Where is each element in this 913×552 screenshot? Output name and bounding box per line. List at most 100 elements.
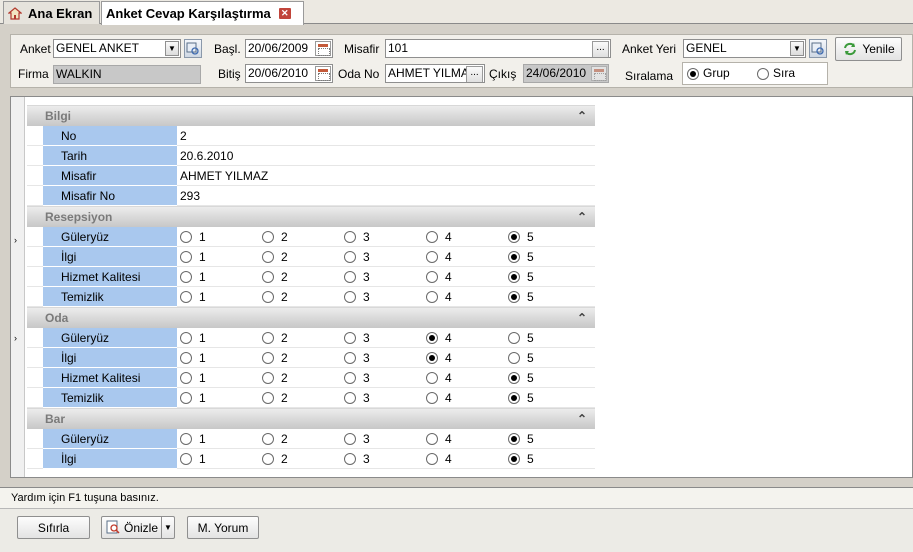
rating-radio[interactable] bbox=[344, 453, 356, 465]
rating-radio[interactable] bbox=[508, 392, 520, 404]
rating-radio[interactable] bbox=[508, 352, 520, 364]
rating-option[interactable]: 2 bbox=[262, 368, 288, 388]
rating-radio[interactable] bbox=[344, 433, 356, 445]
rating-option[interactable]: 4 bbox=[426, 348, 452, 368]
rating-option[interactable]: 5 bbox=[508, 227, 534, 247]
collapse-icon[interactable]: ⌃ bbox=[577, 409, 587, 429]
tab-anket-cevap[interactable]: Anket Cevap Karşılaştırma ✕ bbox=[101, 1, 304, 25]
rating-radio[interactable] bbox=[344, 392, 356, 404]
calendar-icon[interactable] bbox=[315, 41, 331, 56]
rating-option[interactable]: 2 bbox=[262, 429, 288, 449]
rating-radio[interactable] bbox=[426, 352, 438, 364]
rating-option[interactable]: 4 bbox=[426, 227, 452, 247]
rating-radio[interactable] bbox=[180, 372, 192, 384]
rating-option[interactable]: 3 bbox=[344, 388, 370, 408]
rating-option[interactable]: 1 bbox=[180, 267, 206, 287]
calendar-icon[interactable] bbox=[315, 66, 331, 81]
rating-option[interactable]: 1 bbox=[180, 388, 206, 408]
rating-option[interactable]: 4 bbox=[426, 429, 452, 449]
rating-option[interactable]: 3 bbox=[344, 368, 370, 388]
chevron-down-icon[interactable]: ▼ bbox=[161, 517, 174, 538]
rating-radio[interactable] bbox=[180, 251, 192, 263]
rating-option[interactable]: 5 bbox=[508, 388, 534, 408]
rating-radio[interactable] bbox=[426, 453, 438, 465]
rating-option[interactable]: 1 bbox=[180, 247, 206, 267]
anket-lookup-button[interactable] bbox=[184, 39, 202, 58]
rating-option[interactable]: 4 bbox=[426, 388, 452, 408]
rating-option[interactable]: 1 bbox=[180, 449, 206, 469]
tab-ana-ekran[interactable]: Ana Ekran bbox=[3, 1, 100, 24]
rating-radio[interactable] bbox=[344, 372, 356, 384]
sira-radio[interactable] bbox=[757, 68, 769, 80]
anket-select[interactable]: GENEL ANKET ▼ bbox=[53, 39, 181, 58]
rating-radio[interactable] bbox=[344, 332, 356, 344]
rating-option[interactable]: 2 bbox=[262, 348, 288, 368]
rating-radio[interactable] bbox=[508, 433, 520, 445]
rating-option[interactable]: 5 bbox=[508, 247, 534, 267]
rating-option[interactable]: 2 bbox=[262, 287, 288, 307]
rating-radio[interactable] bbox=[426, 251, 438, 263]
rating-option[interactable]: 4 bbox=[426, 328, 452, 348]
rating-option[interactable]: 5 bbox=[508, 287, 534, 307]
chevron-right-icon[interactable]: › bbox=[14, 333, 17, 343]
rating-radio[interactable] bbox=[180, 392, 192, 404]
collapse-icon[interactable]: ⌃ bbox=[577, 106, 587, 126]
section-header[interactable]: Bar ⌃ bbox=[27, 408, 595, 429]
rating-option[interactable]: 2 bbox=[262, 328, 288, 348]
rating-option[interactable]: 4 bbox=[426, 267, 452, 287]
close-icon[interactable]: ✕ bbox=[278, 8, 291, 19]
rating-radio[interactable] bbox=[426, 231, 438, 243]
rating-option[interactable]: 1 bbox=[180, 227, 206, 247]
section-header[interactable]: Resepsiyon ⌃ bbox=[27, 206, 595, 227]
rating-radio[interactable] bbox=[426, 271, 438, 283]
basl-date-field[interactable]: 20/06/2009 bbox=[245, 39, 333, 58]
rating-radio[interactable] bbox=[180, 231, 192, 243]
rating-radio[interactable] bbox=[344, 352, 356, 364]
rating-option[interactable]: 1 bbox=[180, 328, 206, 348]
rating-radio[interactable] bbox=[508, 251, 520, 263]
rating-radio[interactable] bbox=[262, 372, 274, 384]
rating-radio[interactable] bbox=[508, 332, 520, 344]
rating-radio[interactable] bbox=[262, 231, 274, 243]
sifirla-button[interactable]: Sıfırla bbox=[17, 516, 90, 539]
rating-radio[interactable] bbox=[344, 231, 356, 243]
rating-option[interactable]: 1 bbox=[180, 348, 206, 368]
rating-option[interactable]: 2 bbox=[262, 267, 288, 287]
grup-radio[interactable] bbox=[687, 68, 699, 80]
yenile-button[interactable]: Yenile bbox=[835, 37, 902, 61]
rating-option[interactable]: 5 bbox=[508, 348, 534, 368]
odano-field[interactable]: AHMET YILMAZ ... bbox=[385, 64, 485, 83]
section-header[interactable]: Oda ⌃ bbox=[27, 307, 595, 328]
rating-option[interactable]: 5 bbox=[508, 449, 534, 469]
rating-radio[interactable] bbox=[180, 453, 192, 465]
rating-radio[interactable] bbox=[344, 251, 356, 263]
onizle-button[interactable]: Önizle ▼ bbox=[101, 516, 175, 539]
rating-option[interactable]: 3 bbox=[344, 247, 370, 267]
rating-radio[interactable] bbox=[426, 433, 438, 445]
ellipsis-button[interactable]: ... bbox=[466, 66, 483, 82]
collapse-icon[interactable]: ⌃ bbox=[577, 207, 587, 227]
chevron-right-icon[interactable]: › bbox=[14, 235, 17, 245]
rating-option[interactable]: 1 bbox=[180, 429, 206, 449]
rating-radio[interactable] bbox=[262, 453, 274, 465]
rating-option[interactable]: 2 bbox=[262, 449, 288, 469]
rating-radio[interactable] bbox=[508, 271, 520, 283]
rating-option[interactable]: 3 bbox=[344, 267, 370, 287]
rating-option[interactable]: 5 bbox=[508, 368, 534, 388]
bitis-date-field[interactable]: 20/06/2010 bbox=[245, 64, 333, 83]
rating-radio[interactable] bbox=[426, 372, 438, 384]
rating-option[interactable]: 4 bbox=[426, 247, 452, 267]
rating-radio[interactable] bbox=[426, 392, 438, 404]
rating-radio[interactable] bbox=[508, 231, 520, 243]
anketyeri-lookup-button[interactable] bbox=[809, 39, 827, 58]
rating-radio[interactable] bbox=[262, 271, 274, 283]
rating-radio[interactable] bbox=[262, 433, 274, 445]
rating-option[interactable]: 2 bbox=[262, 227, 288, 247]
rating-option[interactable]: 3 bbox=[344, 429, 370, 449]
rating-option[interactable]: 1 bbox=[180, 368, 206, 388]
rating-radio[interactable] bbox=[508, 372, 520, 384]
rating-option[interactable]: 5 bbox=[508, 429, 534, 449]
rating-option[interactable]: 4 bbox=[426, 368, 452, 388]
section-header[interactable]: Bilgi ⌃ bbox=[27, 105, 595, 126]
rating-radio[interactable] bbox=[262, 352, 274, 364]
